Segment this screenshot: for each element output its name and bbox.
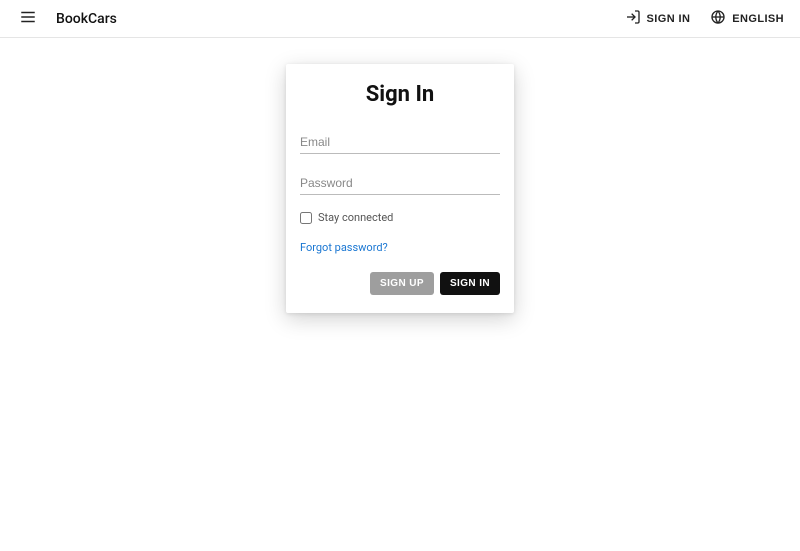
globe-icon (710, 9, 726, 28)
app-header: BookCars SIGN IN ENGLISH (0, 0, 800, 38)
email-field[interactable] (300, 129, 500, 154)
sign-in-card: Sign In Stay connected Forgot password? … (286, 64, 514, 313)
header-sign-in-label: SIGN IN (647, 13, 691, 25)
email-field-wrap (300, 129, 500, 154)
sign-in-button[interactable]: SIGN IN (440, 272, 500, 295)
password-field-wrap (300, 170, 500, 195)
sign-up-button[interactable]: SIGN UP (370, 272, 434, 295)
password-field[interactable] (300, 170, 500, 195)
stay-connected-checkbox[interactable] (300, 212, 312, 224)
language-label: ENGLISH (732, 13, 784, 25)
header-sign-in-button[interactable]: SIGN IN (625, 9, 691, 28)
menu-button[interactable] (16, 7, 40, 31)
hamburger-icon (19, 8, 37, 29)
forgot-password-link[interactable]: Forgot password? (300, 241, 388, 254)
language-button[interactable]: ENGLISH (710, 9, 784, 28)
brand-name: BookCars (56, 11, 117, 27)
stay-connected-label[interactable]: Stay connected (318, 211, 393, 224)
login-icon (625, 9, 641, 28)
card-title: Sign In (300, 82, 500, 107)
